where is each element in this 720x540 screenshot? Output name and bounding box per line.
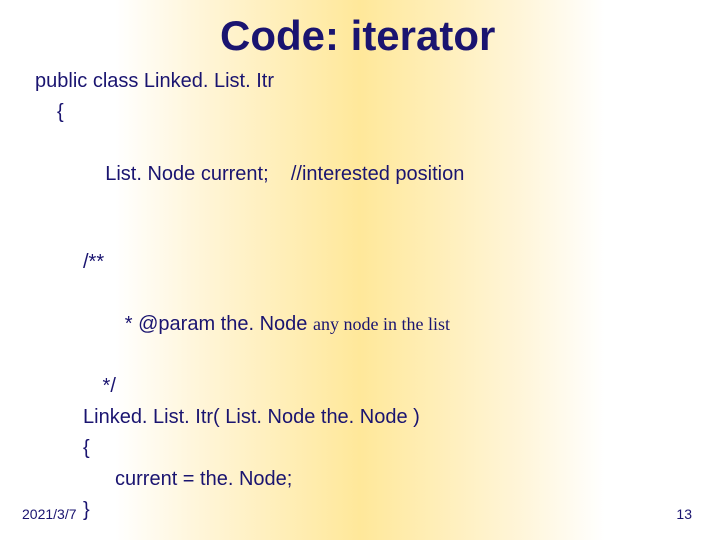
code-line: */ xyxy=(35,371,464,402)
code-text: * @param the. Node xyxy=(119,313,313,335)
code-line: /** xyxy=(35,247,464,278)
code-line: Linked. List. Itr( List. Node the. Node … xyxy=(35,402,464,433)
code-text: List. Node current; xyxy=(105,163,291,185)
code-line: { xyxy=(35,97,464,128)
footer-page-number: 13 xyxy=(676,506,692,522)
code-line: List. Node current; //interested positio… xyxy=(35,128,464,221)
footer-date: 2021/3/7 xyxy=(22,506,77,522)
code-comment: //interested position xyxy=(291,163,464,185)
code-line: current = the. Node; xyxy=(35,464,464,495)
code-block: public class Linked. List. Itr { List. N… xyxy=(35,66,464,526)
code-line: } xyxy=(35,495,464,526)
code-line: * @param the. Node any node in the list xyxy=(35,278,464,371)
code-line: { xyxy=(35,433,464,464)
code-line: public class Linked. List. Itr xyxy=(35,66,464,97)
slide-title: Code: iterator xyxy=(220,12,495,60)
code-text-serif: any node in the list xyxy=(313,314,450,334)
